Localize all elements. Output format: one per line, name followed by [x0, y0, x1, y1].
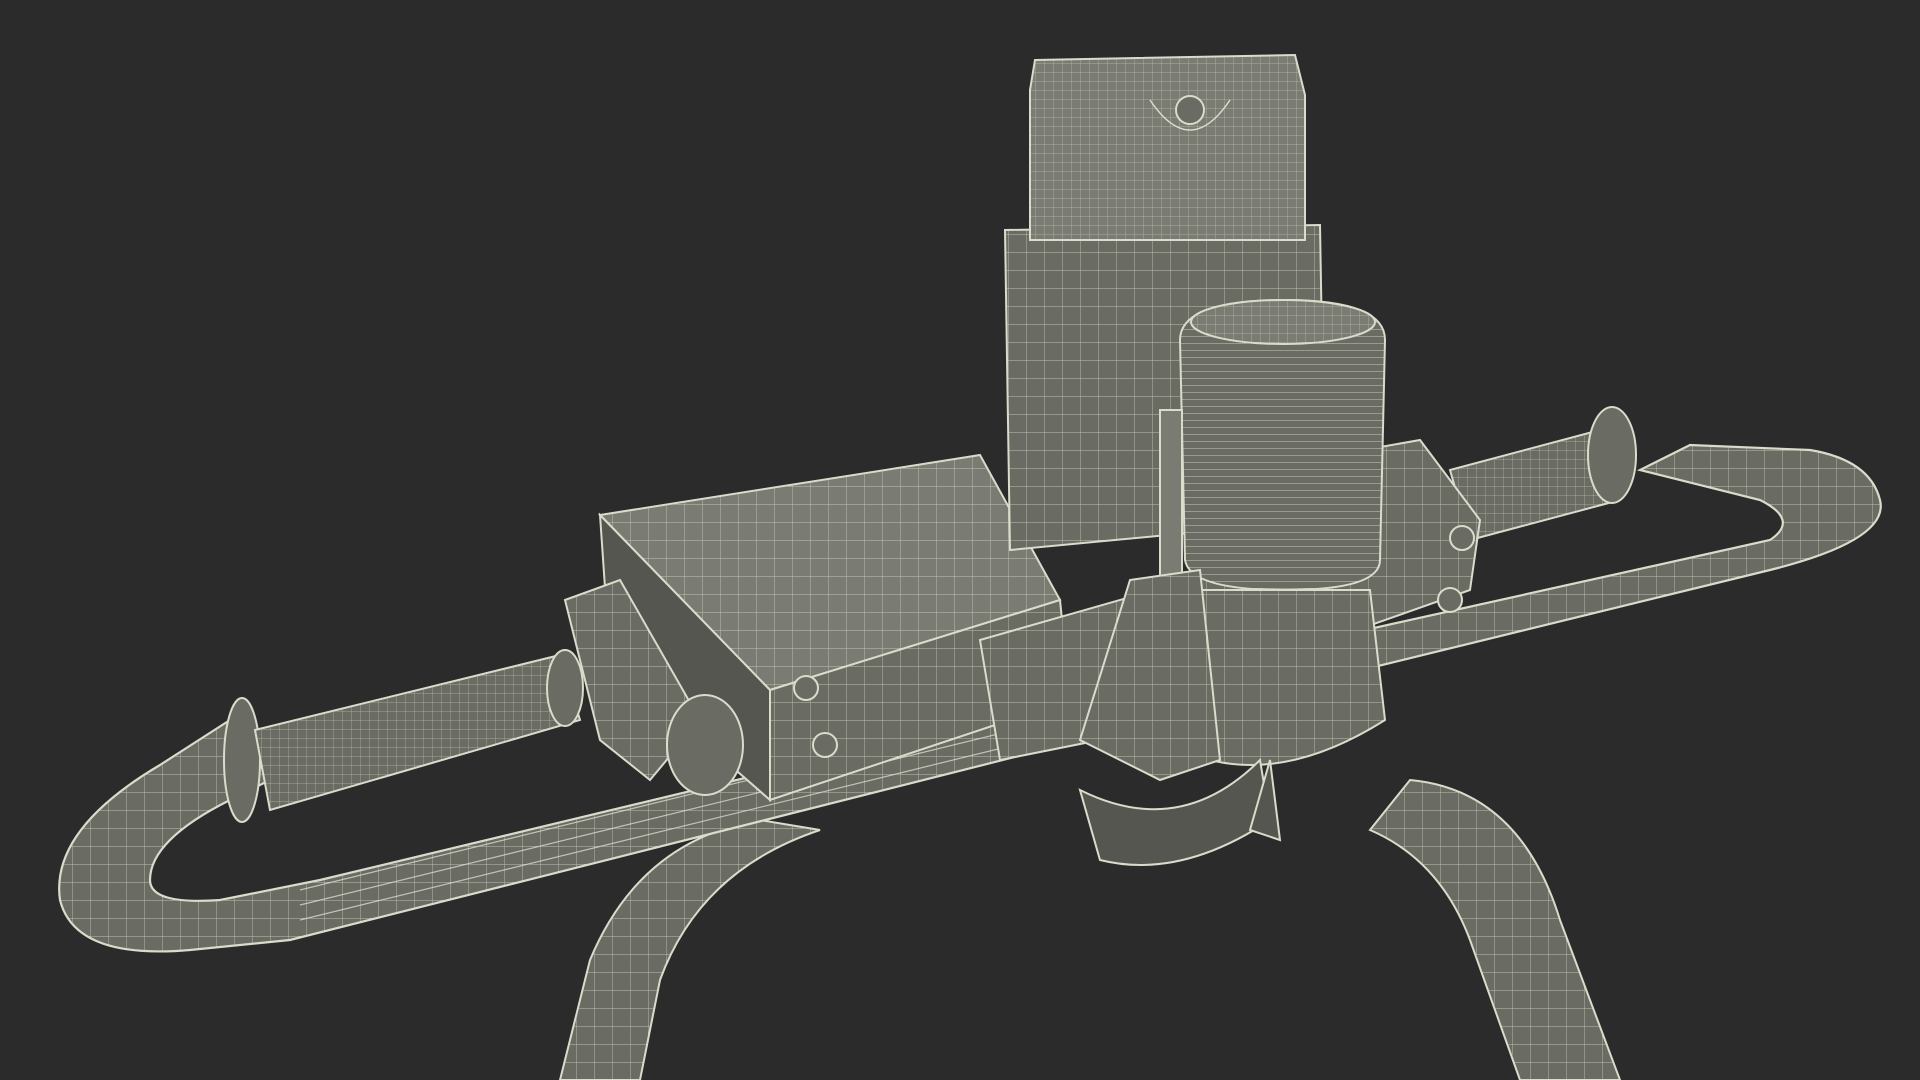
wireframe-render — [58, 53, 1882, 1080]
mount-bracket — [1078, 757, 1282, 866]
3d-viewport[interactable] — [0, 0, 1920, 1080]
left-grip — [223, 649, 584, 823]
